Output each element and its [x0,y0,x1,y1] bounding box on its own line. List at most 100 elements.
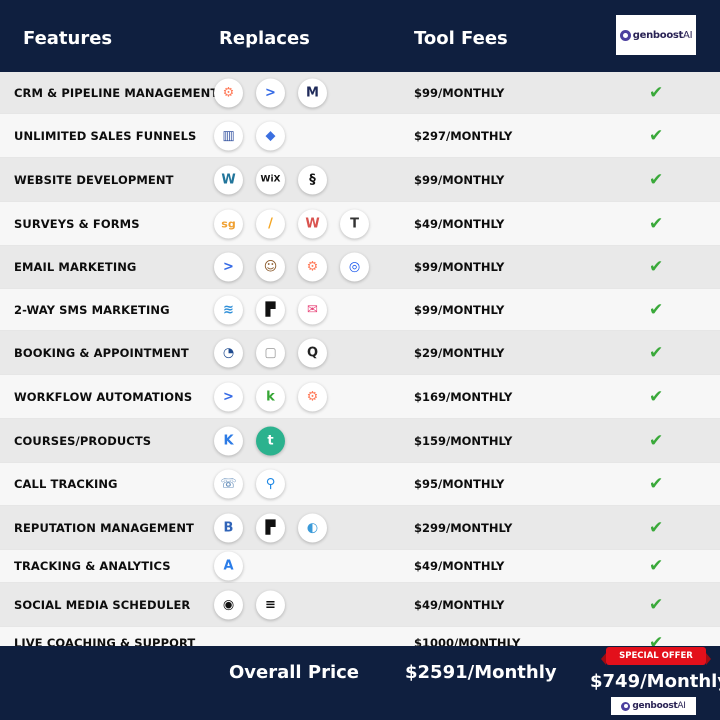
buffer-icon: ≡ [256,590,285,619]
tool-fee: $49/MONTHLY [414,559,505,573]
overall-price-label: Overall Price [229,662,359,683]
pencil-icon: / [256,209,285,238]
feature-name: WORKFLOW AUTOMATIONS [14,389,193,404]
table-row: COURSES/PRODUCTS Kt $159/MONTHLY ✔ [0,419,720,463]
tool-fee: $29/MONTHLY [414,345,505,360]
tool-fee: $299/MONTHLY [414,520,513,535]
feature-name: WEBSITE DEVELOPMENT [14,172,174,187]
feature-name: CALL TRACKING [14,477,118,491]
envelope-icon: ✉ [298,295,327,324]
table-row: TRACKING & ANALYTICS A $49/MONTHLY ✔ [0,550,720,583]
replaced-tools: ▥ ◆ [214,121,285,150]
flag-icon: ▛ [256,295,285,324]
typeform-icon: T [340,209,369,238]
teachable-icon: t [256,426,285,455]
hubspot-icon: ⚙ [298,252,327,282]
table-row: SURVEYS & FORMS sg / W T $49/MONTHLY ✔ [0,202,720,246]
genboost-logo: genboostAI [616,15,696,55]
wufoo-icon: W [298,209,327,238]
feature-name: SURVEYS & FORMS [14,216,140,231]
tool-fees-header: Tool Fees [414,28,508,49]
monday-icon: M [298,78,327,107]
tool-fee: $99/MONTHLY [414,172,505,187]
keap-icon: k [256,382,285,411]
feature-name: BOOKING & APPOINTMENT [14,345,189,360]
overall-price-total: $2591/Monthly [405,662,557,683]
logo-suffix: AI [683,29,693,41]
feature-name: SOCIAL MEDIA SCHEDULER [14,597,191,612]
table-row: SOCIAL MEDIA SCHEDULER ◉ ≡ $49/MONTHLY ✔ [0,583,720,627]
feature-name: CRM & PIPELINE MANAGEMENT [14,85,219,100]
table-row: 2-WAY SMS MARKETING ≋ ▛ ✉ $99/MONTHLY ✔ [0,289,720,331]
replaced-tools: ≋ ▛ ✉ [214,295,327,324]
price-footer: Overall Price $2591/Monthly SPECIAL OFFE… [0,646,720,720]
compass-icon: ◐ [298,513,327,542]
comparison-table: CRM & PIPELINE MANAGEMENT ⚙ > M $99/MONTHLY ✔… [0,72,720,660]
checkmark-icon: ✔ [649,125,664,146]
replaced-tools: W WiX § [214,165,327,194]
replaced-tools: sg / W T [214,209,369,238]
wix-icon: WiX [256,165,285,194]
location-pin-icon: ⚲ [256,469,285,499]
acuity-icon: Q [298,338,327,367]
replaced-tools: ◔ ▢ Q [214,338,327,367]
tool-fee: $99/MONTHLY [414,85,505,100]
genboost-logo-icon [621,701,631,711]
checkmark-icon: ✔ [649,556,664,576]
hootsuite-icon: ◉ [214,590,243,619]
tool-fee: $99/MONTHLY [414,260,505,274]
tool-fee: $159/MONTHLY [414,433,513,448]
tool-fee: $49/MONTHLY [414,216,505,231]
layers-icon: ◆ [256,121,285,150]
footer-logo-text: genboost [632,701,678,711]
logo-text: genboost [632,29,684,41]
calendly-icon: ◔ [214,338,243,367]
table-header: Features Replaces Tool Fees genboostAI [0,0,720,72]
features-header: Features [23,28,113,49]
offer-price: $749/Monthly [590,671,720,692]
table-row: EMAIL MARKETING > ☺ ⚙ ◎ $99/MONTHLY ✔ [0,246,720,289]
tool-fee: $297/MONTHLY [414,128,513,143]
mailchimp-icon: ☺ [256,252,285,282]
checkmark-icon: ✔ [649,386,664,407]
analytics-icon: A [214,551,243,581]
constantcontact-icon: ◎ [340,252,369,282]
checkmark-icon: ✔ [649,82,664,103]
replaced-tools: > ☺ ⚙ ◎ [214,252,369,282]
table-row: CRM & PIPELINE MANAGEMENT ⚙ > M $99/MONTHLY ✔ [0,72,720,114]
clickfunnels-icon: ▥ [214,121,243,150]
tool-fee: $95/MONTHLY [414,477,505,491]
checkmark-icon: ✔ [649,430,664,451]
footer-genboost-logo: genboostAI [611,697,696,715]
birdeye-icon: B [214,513,243,542]
table-row: BOOKING & APPOINTMENT ◔ ▢ Q $29/MONTHLY ✔ [0,331,720,375]
flag-icon: ▛ [256,513,285,542]
feature-name: TRACKING & ANALYTICS [14,559,171,573]
hubspot-icon: ⚙ [298,382,327,411]
hubspot-icon: ⚙ [214,78,243,107]
replaced-tools: Kt [214,426,285,455]
tool-fee: $49/MONTHLY [414,597,505,612]
tool-fee: $99/MONTHLY [414,302,505,317]
squarespace-icon: § [298,165,327,194]
table-row: REPUTATION MANAGEMENT B ▛ ◐ $299/MONTHLY ✔ [0,506,720,550]
replaced-tools: > k ⚙ [214,382,327,411]
checkmark-icon: ✔ [649,213,664,234]
replaced-tools: A [214,551,243,581]
feature-name: EMAIL MARKETING [14,260,137,274]
tool-fee: $169/MONTHLY [414,389,513,404]
replaced-tools: ⚙ > M [214,78,327,107]
calendar-icon: ▢ [256,338,285,367]
replaced-tools: ☏ ⚲ [214,469,285,499]
activecampaign-icon: > [214,252,243,282]
checkmark-icon: ✔ [649,474,664,494]
replaced-tools: B ▛ ◐ [214,513,327,542]
callrail-icon: ☏ [214,469,243,499]
special-offer-badge: SPECIAL OFFER [601,647,711,665]
checkmark-icon: ✔ [649,594,664,615]
surveygizmo-icon: sg [214,209,243,238]
checkmark-icon: ✔ [649,257,664,277]
checkmark-icon: ✔ [649,342,664,363]
replaced-tools: ◉ ≡ [214,590,285,619]
table-row: WEBSITE DEVELOPMENT W WiX § $99/MONTHLY ✔ [0,158,720,202]
